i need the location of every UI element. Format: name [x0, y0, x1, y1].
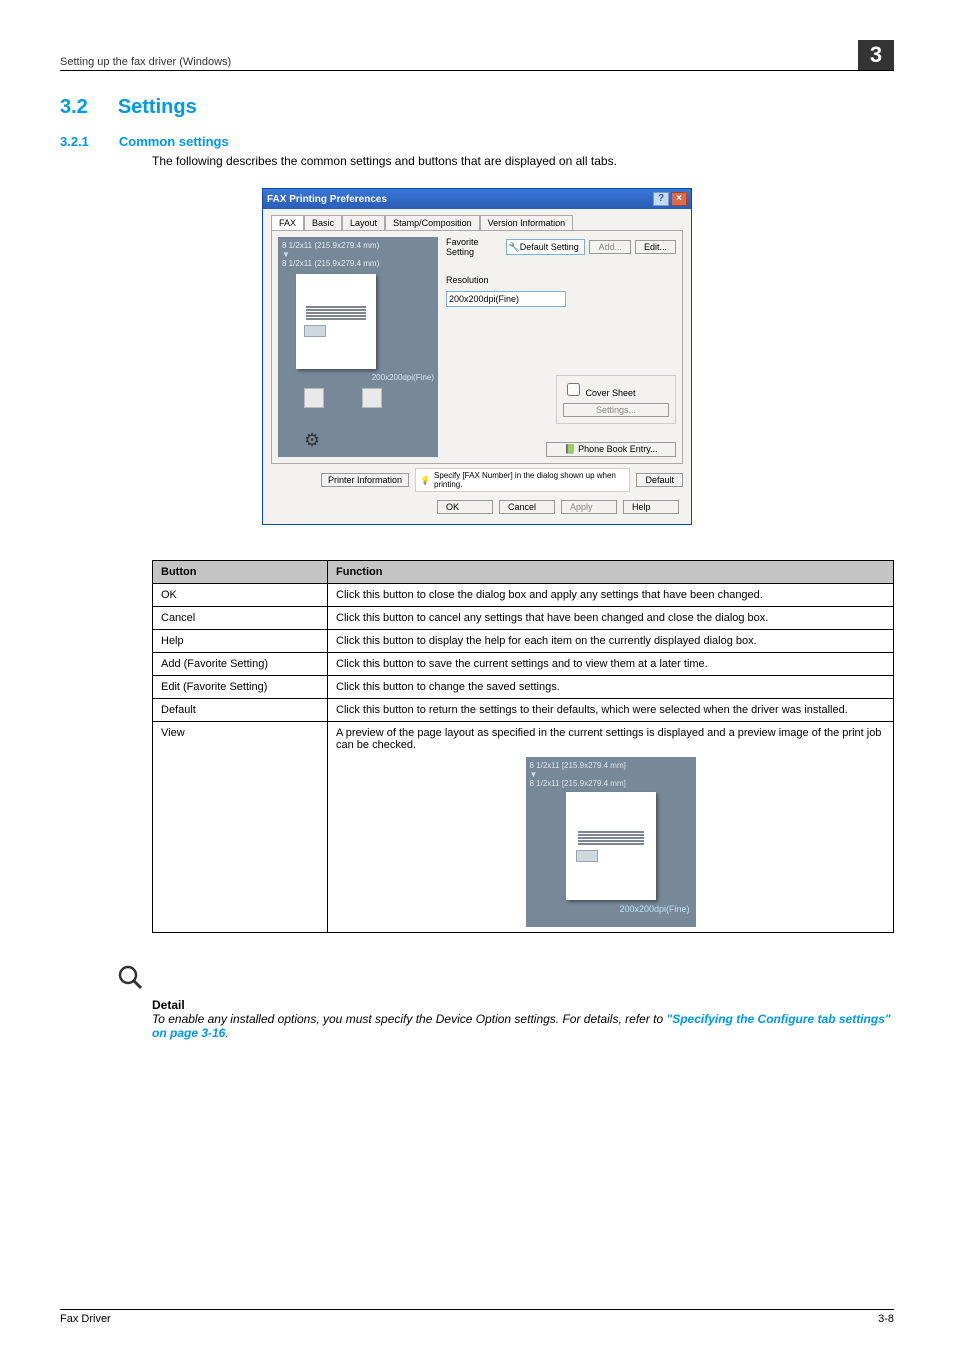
phone-book-entry-button[interactable]: 📗 Phone Book Entry... — [546, 442, 676, 457]
default-button[interactable]: Default — [636, 473, 683, 487]
footer-page-number: 3-8 — [878, 1313, 894, 1325]
favorite-setting-select[interactable]: 🔧 Default Setting — [506, 239, 586, 255]
tab-fax[interactable]: FAX — [271, 215, 304, 230]
help-icon[interactable]: ? — [653, 192, 669, 206]
footer-left: Fax Driver — [60, 1313, 111, 1325]
cover-sheet-group: Cover Sheet Settings... — [556, 375, 676, 424]
button-function-table: Button Function OK Click this button to … — [152, 560, 894, 933]
table-row: Default Click this button to return the … — [153, 699, 894, 722]
dialog-title: FAX Printing Preferences — [267, 194, 387, 205]
close-icon[interactable]: × — [671, 192, 687, 206]
table-row: OK Click this button to close the dialog… — [153, 584, 894, 607]
help-button[interactable]: Help — [623, 500, 679, 514]
view-preview-resolution: 200x200dpi(Fine) — [530, 904, 692, 914]
section-heading: 3.2 Settings — [60, 96, 894, 119]
table-row: Add (Favorite Setting) Click this button… — [153, 653, 894, 676]
ok-button[interactable]: OK — [437, 500, 493, 514]
favorite-setting-label: Favorite Setting — [446, 237, 502, 257]
gear-icon[interactable]: ⚙ — [304, 430, 320, 451]
printer-view-icon[interactable] — [304, 388, 324, 408]
tab-version-information[interactable]: Version Information — [480, 215, 574, 230]
table-row: Cancel Click this button to cancel any s… — [153, 607, 894, 630]
table-header-button: Button — [153, 561, 328, 584]
magnifier-icon — [116, 963, 144, 991]
edit-button[interactable]: Edit... — [635, 240, 676, 254]
resolution-select[interactable]: 200x200dpi(Fine) — [446, 291, 566, 307]
intro-paragraph: The following describes the common setti… — [152, 154, 894, 168]
view-preview-image: 8 1/2x11 [215.9x279.4 mm] ▼ 8 1/2x11 [21… — [526, 757, 696, 927]
printer-information-button[interactable]: Printer Information — [321, 473, 409, 487]
view-preview-size-bottom: 8 1/2x11 [215.9x279.4 mm] — [530, 779, 692, 788]
resolution-label: Resolution — [446, 275, 676, 285]
chapter-number-badge: 3 — [858, 40, 894, 70]
detail-text: To enable any installed options, you mus… — [152, 1012, 894, 1040]
tab-basic[interactable]: Basic — [304, 215, 342, 230]
printing-preferences-dialog: FAX Printing Preferences ? × FAX Basic L… — [262, 188, 692, 525]
preview-pane: 8 1/2x11 (215.9x279.4 mm) ▼ 8 1/2x11 (21… — [278, 237, 438, 457]
view-preview-size-top: 8 1/2x11 [215.9x279.4 mm] — [530, 761, 692, 770]
tab-layout[interactable]: Layout — [342, 215, 385, 230]
subsection-heading: 3.2.1 Common settings — [60, 134, 894, 149]
preview-size-top: 8 1/2x11 (215.9x279.4 mm) — [282, 241, 434, 250]
hint-text: 💡 Specify [FAX Number] in the dialog sho… — [415, 468, 630, 492]
add-button[interactable]: Add... — [589, 240, 631, 254]
tab-stamp-composition[interactable]: Stamp/Composition — [385, 215, 480, 230]
cover-sheet-settings-button[interactable]: Settings... — [563, 403, 669, 417]
preview-resolution: 200x200dpi(Fine) — [282, 373, 434, 382]
table-row: Edit (Favorite Setting) Click this butto… — [153, 676, 894, 699]
cancel-button[interactable]: Cancel — [499, 500, 555, 514]
table-row: Help Click this button to display the he… — [153, 630, 894, 653]
running-head: Setting up the fax driver (Windows) — [60, 56, 231, 68]
cover-sheet-checkbox[interactable]: Cover Sheet — [563, 388, 636, 398]
section-number: 3.2 — [60, 96, 88, 119]
table-row: View A preview of the page layout as spe… — [153, 722, 894, 933]
detail-view-icon[interactable] — [362, 388, 382, 408]
tab-strip: FAX Basic Layout Stamp/Composition Versi… — [271, 215, 683, 230]
detail-heading: Detail — [152, 998, 894, 1012]
section-title: Settings — [118, 96, 197, 119]
table-header-function: Function — [328, 561, 894, 584]
subsection-number: 3.2.1 — [60, 134, 89, 149]
page-preview-icon — [296, 274, 376, 369]
subsection-title: Common settings — [119, 134, 229, 149]
preview-size-bottom: 8 1/2x11 (215.9x279.4 mm) — [282, 259, 434, 268]
apply-button[interactable]: Apply — [561, 500, 617, 514]
